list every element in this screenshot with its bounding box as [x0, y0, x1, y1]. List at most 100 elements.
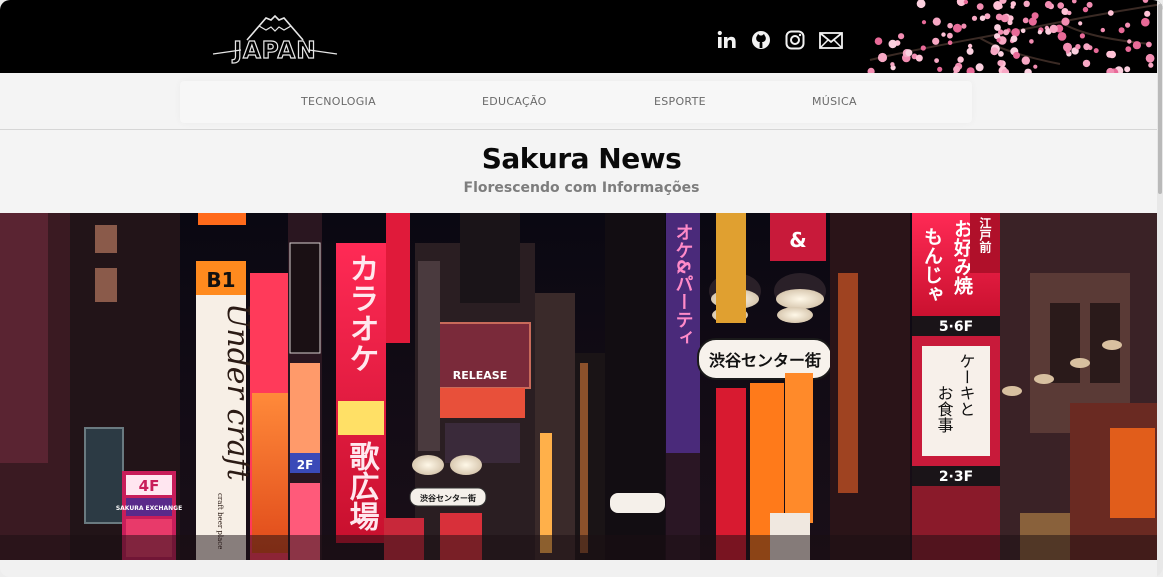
blossom-petal	[1057, 32, 1067, 41]
blossom-petal	[1057, 2, 1064, 9]
logo-text: JAPAN	[231, 38, 316, 64]
blossom-petal	[877, 52, 888, 63]
site-title: Sakura News	[481, 142, 682, 175]
site-subtitle: Florescendo com Informações	[463, 180, 700, 196]
blossom-petal	[1145, 53, 1155, 63]
blossom-petal	[1065, 49, 1070, 54]
blossom-petal	[1044, 1, 1053, 9]
svg-text:2F: 2F	[297, 458, 314, 472]
hero-image: 4F SAKURA EXCHANGE B1 Under craft craft …	[0, 213, 1163, 560]
blossom-petal	[874, 37, 883, 45]
blossom-petal	[920, 45, 926, 51]
blossom-petal	[1067, 10, 1072, 16]
blossom-petal	[971, 15, 978, 21]
svg-text:Under craft: Under craft	[220, 303, 255, 482]
blossom-petal	[932, 37, 940, 45]
blossom-petal	[890, 62, 895, 67]
main-nav: TECNOLOGIA EDUCAÇÃO ESPORTE MÚSICA	[0, 73, 1163, 130]
svg-text:5·6F: 5·6F	[939, 319, 973, 335]
blossom-petal	[1124, 66, 1131, 73]
blossom-petal	[1078, 21, 1083, 26]
cherry-blossom-decoration	[867, 0, 1163, 73]
svg-text:渋谷センター街: 渋谷センター街	[709, 351, 821, 370]
blossom-petal	[934, 58, 939, 63]
blossom-petal	[1033, 64, 1038, 69]
blossom-petal	[994, 24, 1001, 31]
blossom-petal	[979, 15, 986, 21]
blossom-petal	[1127, 39, 1132, 44]
blossom-petal	[1013, 51, 1020, 59]
blossom-petal	[998, 51, 1004, 57]
page: JAPAN TECNOLOGIA EDUCAÇÃO ESPORTE MÚSICA…	[0, 0, 1163, 577]
github-icon[interactable]	[750, 29, 772, 51]
blossom-petal	[1003, 29, 1010, 36]
blossom-petal	[1086, 1, 1093, 8]
svg-text:RELEASE: RELEASE	[453, 369, 507, 382]
svg-text:もんじゃ: もんじゃ	[921, 227, 943, 303]
blossom-petal	[963, 0, 969, 5]
blossom-petal	[1061, 17, 1070, 26]
blossom-petal	[941, 32, 946, 37]
blossom-petal	[1037, 30, 1043, 35]
blossom-petal	[888, 39, 897, 49]
blossom-petal	[1000, 14, 1009, 23]
blossom-petal	[1020, 28, 1026, 34]
japan-logo[interactable]: JAPAN	[211, 10, 339, 64]
mail-icon[interactable]	[818, 29, 844, 51]
blossom-petal	[997, 60, 1004, 67]
blossom-petal	[947, 32, 953, 39]
street-lamp	[412, 455, 444, 475]
blossom-petal	[975, 63, 984, 72]
blossom-petal	[1021, 56, 1030, 65]
blossom-petal	[961, 23, 967, 29]
svg-text:歌広場: 歌広場	[344, 441, 380, 531]
svg-text:渋谷センター街: 渋谷センター街	[420, 493, 476, 503]
blossom-petal	[976, 3, 984, 10]
nav-item-musica[interactable]: MÚSICA	[812, 95, 857, 108]
title-section: Sakura News Florescendo com Informações	[0, 130, 1163, 213]
scrollbar-thumb[interactable]	[1158, 4, 1162, 194]
blossom-petal	[1049, 24, 1058, 34]
svg-text:4F: 4F	[139, 477, 160, 495]
blossom-petal	[1142, 0, 1149, 3]
blossom-petal	[905, 49, 913, 57]
blossom-petal	[937, 66, 943, 72]
blossom-petal	[1141, 17, 1150, 27]
nav-item-educacao[interactable]: EDUCAÇÃO	[482, 95, 547, 108]
blossom-petal	[1007, 19, 1013, 26]
blossom-petal	[1022, 17, 1029, 24]
blossom-petal	[1107, 10, 1114, 16]
blossom-petal	[898, 33, 905, 40]
neon-street-illustration: 4F SAKURA EXCHANGE B1 Under craft craft …	[0, 213, 1163, 560]
linkedin-icon[interactable]	[716, 29, 738, 51]
svg-text:お食事: お食事	[935, 385, 954, 433]
fuji-snowline	[258, 25, 292, 32]
nav-item-esporte[interactable]: ESPORTE	[654, 95, 706, 108]
svg-text:ケーキと: ケーキと	[957, 353, 976, 417]
svg-text:江戸前: 江戸前	[978, 216, 992, 254]
blossom-petal	[996, 38, 1001, 43]
blossom-petal	[947, 40, 953, 45]
blossom-petal	[1029, 39, 1034, 44]
blossom-petal	[1075, 44, 1081, 50]
blossom-petal	[932, 17, 941, 26]
social-links	[716, 27, 844, 53]
blossom-petal	[1146, 41, 1152, 48]
blossom-petal	[1125, 46, 1132, 52]
svg-text:2·3F: 2·3F	[939, 469, 973, 485]
blossom-petal	[1010, 35, 1018, 43]
nav-item-tecnologia[interactable]: TECNOLOGIA	[301, 95, 376, 108]
blossom-petal	[1093, 48, 1099, 54]
svg-text:&: &	[789, 228, 806, 252]
blossom-petal	[1144, 10, 1151, 17]
blossom-petal	[947, 22, 953, 29]
blossom-petal	[1148, 62, 1154, 68]
fuji-outline	[246, 14, 304, 41]
svg-text:カラオケ: カラオケ	[344, 253, 379, 373]
blossom-petal	[1010, 4, 1015, 9]
blossom-petal	[1023, 0, 1030, 7]
svg-text:SAKURA EXCHANGE: SAKURA EXCHANGE	[116, 505, 182, 512]
blossom-petal	[1132, 41, 1141, 50]
instagram-icon[interactable]	[784, 29, 806, 51]
blossom-petal	[1118, 27, 1125, 34]
